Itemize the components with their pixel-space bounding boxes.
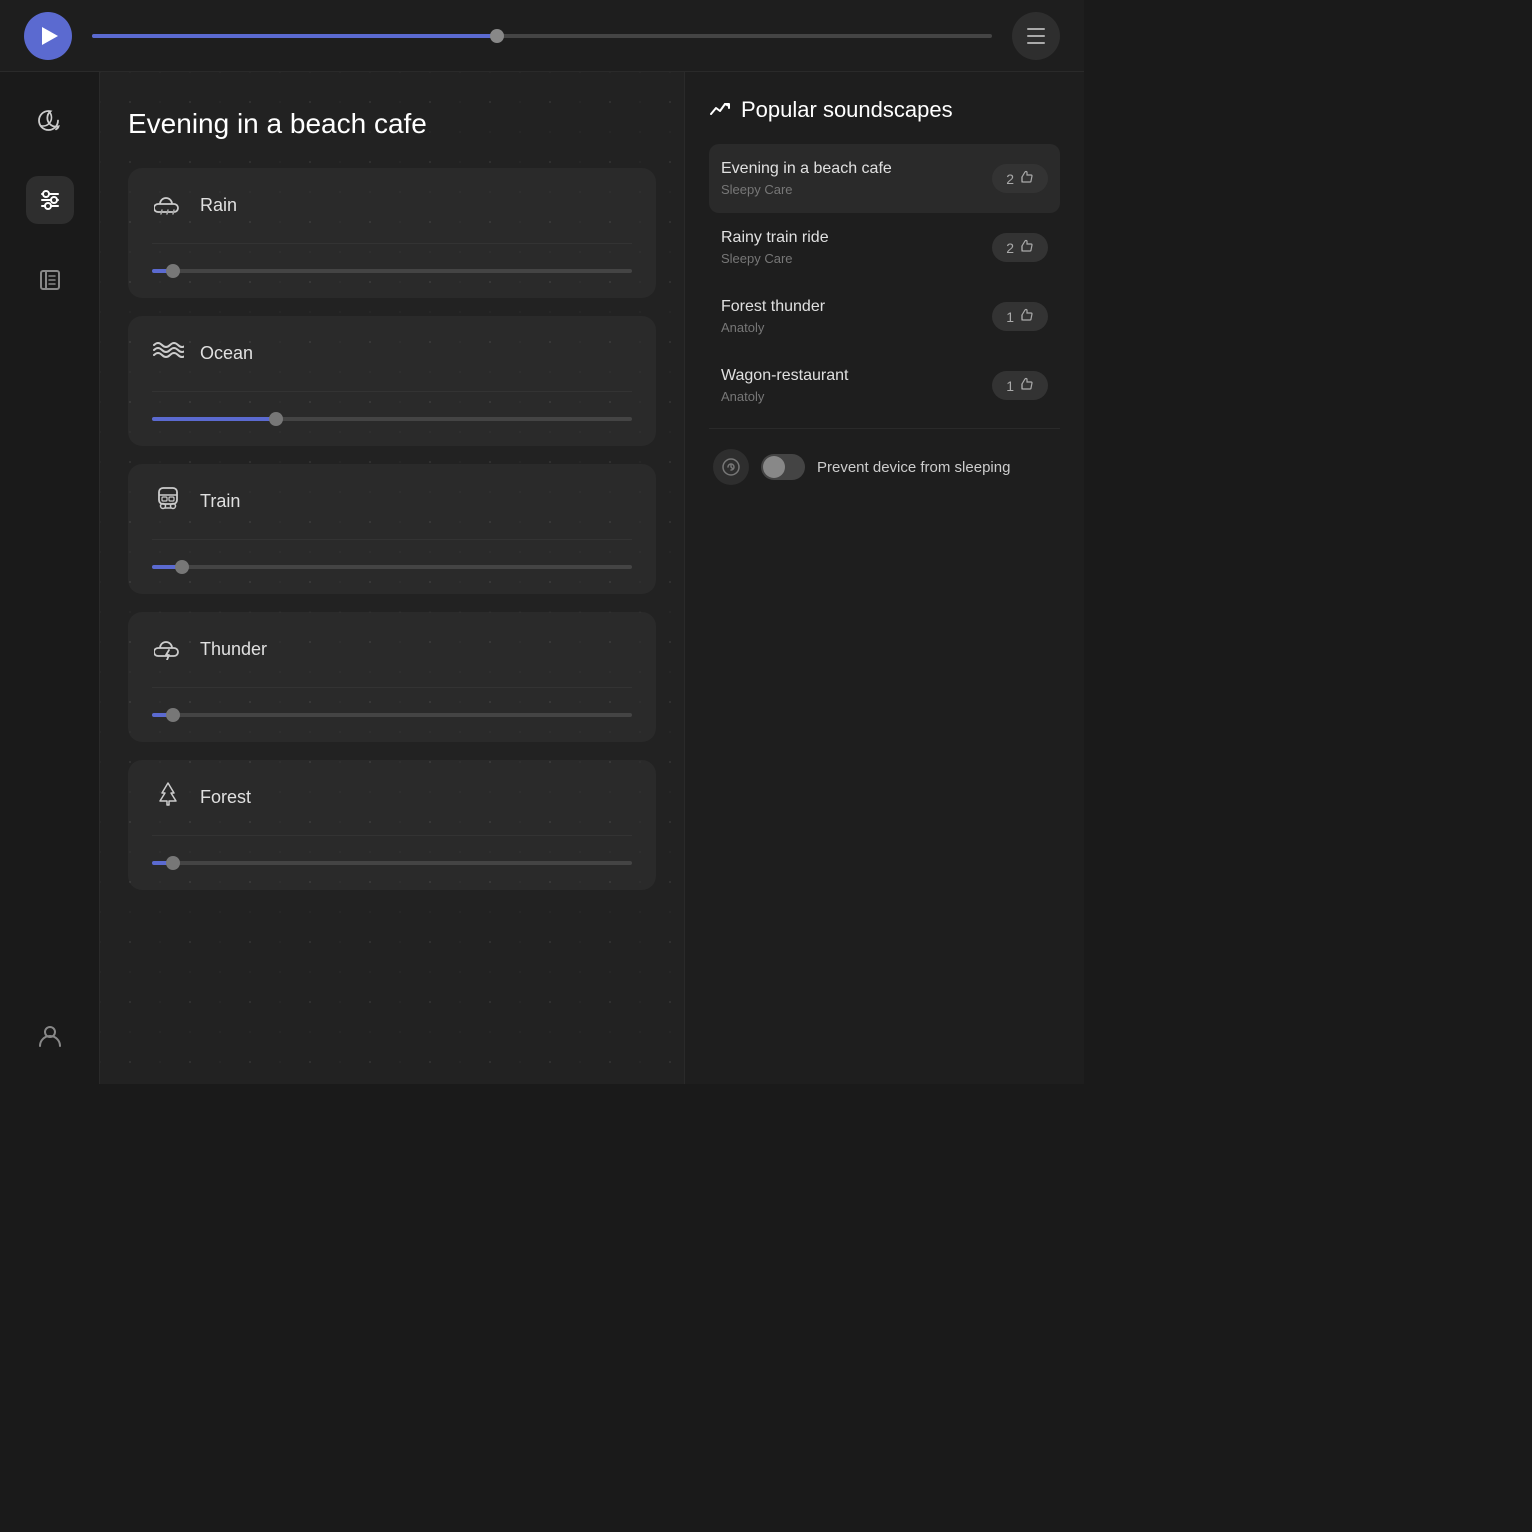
- sidebar-item-sleep[interactable]: [26, 96, 74, 144]
- thunder-label: Thunder: [200, 639, 267, 660]
- prevent-sleep-row: Prevent device from sleeping: [709, 449, 1060, 485]
- thunder-slider[interactable]: [152, 713, 632, 717]
- sound-card-rain-header: Rain: [128, 168, 656, 243]
- moon-icon: [36, 106, 64, 134]
- mixer-icon: [36, 186, 64, 214]
- progress-thumb: [490, 29, 504, 43]
- soundscape-info-0: Evening in a beach cafe Sleepy Care: [721, 160, 892, 197]
- sound-card-thunder-header: Thunder: [128, 612, 656, 687]
- progress-fill: [92, 34, 497, 38]
- like-badge-1[interactable]: 2: [992, 233, 1048, 262]
- soundscape-item-3[interactable]: Wagon-restaurant Anatoly 1: [709, 351, 1060, 420]
- sidebar-item-library[interactable]: [26, 256, 74, 304]
- profile-icon: [36, 1022, 64, 1050]
- main-layout: Evening in a beach cafe Rain: [0, 72, 1084, 1084]
- like-count-1: 2: [1006, 240, 1014, 256]
- sound-card-ocean: Ocean: [128, 316, 656, 446]
- rain-icon: [152, 188, 184, 223]
- thumb-up-icon-3: [1020, 377, 1034, 394]
- toggle-knob: [763, 456, 785, 478]
- soundscape-info-1: Rainy train ride Sleepy Care: [721, 229, 829, 266]
- forest-label: Forest: [200, 787, 251, 808]
- like-badge-2[interactable]: 1: [992, 302, 1048, 331]
- forest-slider-container: [128, 836, 656, 890]
- popular-title: Popular soundscapes: [741, 97, 953, 123]
- book-icon: [36, 266, 64, 294]
- sound-card-thunder: Thunder: [128, 612, 656, 742]
- sidebar-item-profile[interactable]: [26, 1012, 74, 1060]
- page-title: Evening in a beach cafe: [128, 108, 656, 140]
- soundscape-author-1: Sleepy Care: [721, 251, 829, 266]
- menu-line-3: [1027, 42, 1045, 44]
- soundscape-item-1[interactable]: Rainy train ride Sleepy Care 2: [709, 213, 1060, 282]
- ocean-label: Ocean: [200, 343, 253, 364]
- progress-bar[interactable]: [92, 34, 992, 38]
- like-badge-3[interactable]: 1: [992, 371, 1048, 400]
- soundscape-author-0: Sleepy Care: [721, 182, 892, 197]
- soundscape-info-3: Wagon-restaurant Anatoly: [721, 367, 848, 404]
- thumb-up-icon-0: [1020, 170, 1034, 187]
- right-panel: Popular soundscapes Evening in a beach c…: [684, 72, 1084, 1084]
- thunder-slider-container: [128, 688, 656, 742]
- content-area: Evening in a beach cafe Rain: [100, 72, 684, 1084]
- sleep-toggle-label: Prevent device from sleeping: [817, 459, 1010, 476]
- forest-slider[interactable]: [152, 861, 632, 865]
- train-icon: [152, 484, 184, 519]
- train-slider-container: [128, 540, 656, 594]
- sound-card-ocean-header: Ocean: [128, 316, 656, 391]
- soundscape-name-0: Evening in a beach cafe: [721, 160, 892, 178]
- soundscape-name-3: Wagon-restaurant: [721, 367, 848, 385]
- sound-card-forest: Forest: [128, 760, 656, 890]
- sleep-toggle-switch[interactable]: [761, 454, 805, 480]
- like-count-3: 1: [1006, 378, 1014, 394]
- menu-line-1: [1027, 28, 1045, 30]
- rain-slider[interactable]: [152, 269, 632, 273]
- soundscape-info-2: Forest thunder Anatoly: [721, 298, 825, 335]
- sound-card-forest-header: Forest: [128, 760, 656, 835]
- sound-card-train-header: Train: [128, 464, 656, 539]
- like-count-0: 2: [1006, 171, 1014, 187]
- rain-label: Rain: [200, 195, 237, 216]
- sleep-prevent-icon: [713, 449, 749, 485]
- panel-divider: [709, 428, 1060, 429]
- menu-line-2: [1027, 35, 1045, 37]
- topbar: [0, 0, 1084, 72]
- trending-icon: [709, 96, 731, 124]
- menu-button[interactable]: [1012, 12, 1060, 60]
- ocean-icon: [152, 336, 184, 371]
- soundscape-item-0[interactable]: Evening in a beach cafe Sleepy Care 2: [709, 144, 1060, 213]
- thumb-up-icon-1: [1020, 239, 1034, 256]
- play-icon: [42, 27, 58, 45]
- sound-card-rain: Rain: [128, 168, 656, 298]
- thumb-up-icon-2: [1020, 308, 1034, 325]
- ocean-slider-container: [128, 392, 656, 446]
- ocean-slider[interactable]: [152, 417, 632, 421]
- soundscape-name-1: Rainy train ride: [721, 229, 829, 247]
- like-count-2: 1: [1006, 309, 1014, 325]
- soundscape-item-2[interactable]: Forest thunder Anatoly 1: [709, 282, 1060, 351]
- soundscape-author-3: Anatoly: [721, 389, 848, 404]
- sidebar: [0, 72, 100, 1084]
- thunder-icon: [152, 632, 184, 667]
- soundscape-author-2: Anatoly: [721, 320, 825, 335]
- train-slider[interactable]: [152, 565, 632, 569]
- train-label: Train: [200, 491, 240, 512]
- play-button[interactable]: [24, 12, 72, 60]
- rain-slider-container: [128, 244, 656, 298]
- forest-icon: [152, 780, 184, 815]
- soundscape-name-2: Forest thunder: [721, 298, 825, 316]
- sidebar-item-mixer[interactable]: [26, 176, 74, 224]
- sound-card-train: Train: [128, 464, 656, 594]
- like-badge-0[interactable]: 2: [992, 164, 1048, 193]
- popular-header: Popular soundscapes: [709, 96, 1060, 124]
